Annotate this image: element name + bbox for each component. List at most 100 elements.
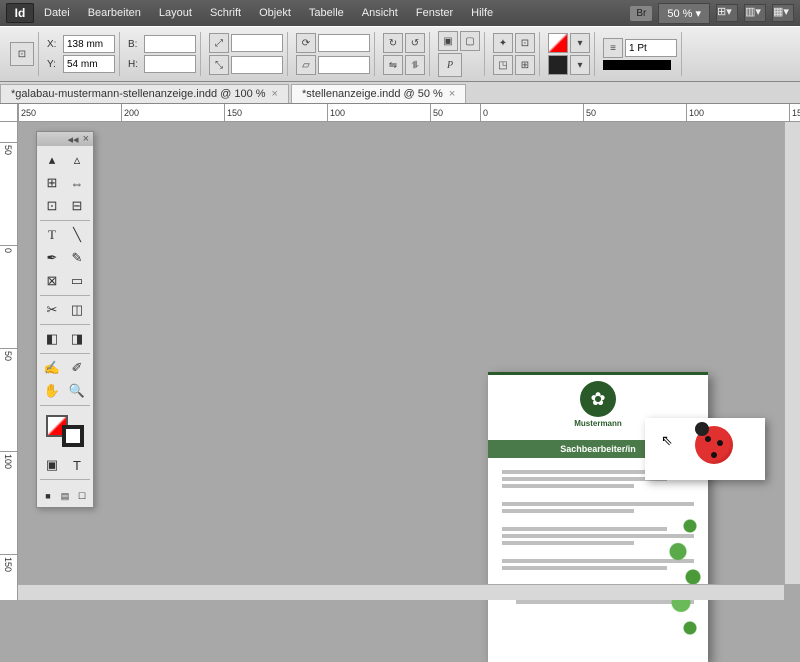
menu-layout[interactable]: Layout bbox=[151, 3, 200, 23]
rotate-icon[interactable]: ⟳ bbox=[296, 33, 316, 53]
wrap-icon[interactable]: ⊡ bbox=[515, 33, 535, 53]
scissors-tool[interactable]: ✂ bbox=[40, 299, 64, 321]
page-header-bar bbox=[488, 372, 708, 375]
placeholder-text bbox=[502, 527, 667, 531]
shear-icon[interactable]: ▱ bbox=[296, 55, 316, 75]
app-menubar: Id Datei Bearbeiten Layout Schrift Objek… bbox=[0, 0, 800, 26]
menu-bearbeiten[interactable]: Bearbeiten bbox=[80, 3, 149, 23]
fill-dropdown-icon[interactable]: ▾ bbox=[570, 33, 590, 53]
mode-preview-icon[interactable]: ▤ bbox=[57, 488, 73, 504]
horizontal-ruler[interactable]: 25020015010050050100150 bbox=[18, 104, 800, 122]
menu-datei[interactable]: Datei bbox=[36, 3, 78, 23]
screen-mode-button[interactable]: ⊞▾ bbox=[716, 4, 738, 22]
apply-color-button[interactable]: ▣ bbox=[40, 454, 64, 476]
placeholder-text bbox=[502, 509, 634, 513]
stroke-swatch-icon[interactable] bbox=[62, 425, 84, 447]
type-tool[interactable]: T bbox=[40, 224, 64, 246]
scale-y-icon[interactable]: ⤡ bbox=[209, 55, 229, 75]
horizontal-scrollbar[interactable] bbox=[18, 584, 784, 600]
w-input[interactable] bbox=[144, 35, 196, 53]
tab-label: *stellenanzeige.indd @ 50 % bbox=[302, 88, 443, 100]
mode-none-icon[interactable]: ☐ bbox=[74, 488, 90, 504]
placed-snippet[interactable]: ⇖ bbox=[645, 418, 765, 480]
fit-icon[interactable]: ⊞ bbox=[515, 55, 535, 75]
zoom-tool[interactable]: 🔍 bbox=[65, 380, 89, 402]
gradient-swatch-tool[interactable]: ◧ bbox=[40, 328, 64, 350]
stroke-color-icon[interactable] bbox=[548, 55, 568, 75]
y-label: Y: bbox=[47, 59, 61, 70]
vertical-scrollbar[interactable] bbox=[784, 122, 800, 584]
note-tool[interactable]: ✍ bbox=[40, 357, 64, 379]
close-icon[interactable]: × bbox=[83, 133, 89, 145]
selection-tool[interactable]: ▴ bbox=[40, 149, 64, 171]
corner-icon[interactable]: ◳ bbox=[493, 55, 513, 75]
hand-tool[interactable]: ✋ bbox=[40, 380, 64, 402]
collapse-icon[interactable]: ◂◂ bbox=[68, 133, 79, 146]
bridge-button[interactable]: Br bbox=[630, 6, 652, 21]
vertical-ruler[interactable]: 50050100150 bbox=[0, 122, 18, 600]
stroke-weight-icon[interactable]: ≡ bbox=[603, 38, 623, 58]
menu-schrift[interactable]: Schrift bbox=[202, 3, 249, 23]
apply-text-button[interactable]: T bbox=[65, 454, 89, 476]
tools-panel[interactable]: ◂◂× ▴ ▵ ⊞ ⇔ ⊡ ⊟ T ╲ ✒ ✎ ⊠ ▭ ✂ ◫ ◧ ◨ ✍ ✐ … bbox=[36, 131, 94, 508]
x-label: X: bbox=[47, 39, 61, 50]
flip-h-icon[interactable]: ⇋ bbox=[383, 55, 403, 75]
direct-selection-tool[interactable]: ▵ bbox=[65, 149, 89, 171]
rotate-input[interactable] bbox=[318, 34, 370, 52]
shear-input[interactable] bbox=[318, 56, 370, 74]
arrange-docs-button[interactable]: ▥▾ bbox=[744, 4, 766, 22]
close-icon[interactable]: × bbox=[449, 88, 455, 100]
document-page[interactable]: Mustermann Sachbearbeiter/in bbox=[488, 372, 708, 662]
menu-tabelle[interactable]: Tabelle bbox=[301, 3, 352, 23]
tab-label: *galabau-mustermann-stellenanzeige.indd … bbox=[11, 88, 266, 100]
line-tool[interactable]: ╲ bbox=[65, 224, 89, 246]
eyedropper-tool[interactable]: ✐ bbox=[65, 357, 89, 379]
content-select-icon[interactable]: ▢ bbox=[460, 31, 480, 51]
char-p-icon[interactable]: P bbox=[438, 53, 462, 77]
free-transform-tool[interactable]: ◫ bbox=[65, 299, 89, 321]
tools-panel-header[interactable]: ◂◂ × bbox=[37, 132, 93, 146]
zoom-value: 50 % bbox=[667, 8, 692, 20]
scale-y-input[interactable] bbox=[231, 56, 283, 74]
container-select-icon[interactable]: ▣ bbox=[438, 31, 458, 51]
content-placer-tool[interactable]: ⊟ bbox=[65, 195, 89, 217]
rectangle-tool[interactable]: ▭ bbox=[65, 270, 89, 292]
h-input[interactable] bbox=[144, 55, 196, 73]
company-logo-icon bbox=[580, 381, 616, 417]
tab-stellenanzeige[interactable]: *stellenanzeige.indd @ 50 % × bbox=[291, 84, 466, 103]
rectangle-frame-tool[interactable]: ⊠ bbox=[40, 270, 64, 292]
y-input[interactable] bbox=[63, 55, 115, 73]
rotate-cw-icon[interactable]: ↻ bbox=[383, 33, 403, 53]
reference-point-icon[interactable]: ⊡ bbox=[10, 42, 34, 66]
stroke-style-icon[interactable] bbox=[603, 60, 671, 70]
close-icon[interactable]: × bbox=[272, 88, 278, 100]
page-tool[interactable]: ⊞ bbox=[40, 172, 64, 194]
fill-none-icon[interactable] bbox=[548, 33, 568, 53]
mode-normal-icon[interactable]: ■ bbox=[40, 488, 56, 504]
gradient-feather-tool[interactable]: ◨ bbox=[65, 328, 89, 350]
menu-hilfe[interactable]: Hilfe bbox=[463, 3, 501, 23]
leaf-decoration-icon bbox=[648, 492, 708, 662]
menu-fenster[interactable]: Fenster bbox=[408, 3, 461, 23]
tab-galabau[interactable]: *galabau-mustermann-stellenanzeige.indd … bbox=[0, 84, 289, 103]
zoom-selector[interactable]: 50 % ▾ bbox=[658, 3, 710, 24]
content-collector-tool[interactable]: ⊡ bbox=[40, 195, 64, 217]
workspace-button[interactable]: ▦▾ bbox=[772, 4, 794, 22]
stroke-weight-input[interactable] bbox=[625, 39, 677, 57]
pencil-tool[interactable]: ✎ bbox=[65, 247, 89, 269]
effects-icon[interactable]: ✦ bbox=[493, 33, 513, 53]
placeholder-text bbox=[502, 484, 634, 488]
x-input[interactable] bbox=[63, 35, 115, 53]
stroke-dropdown-icon[interactable]: ▾ bbox=[570, 55, 590, 75]
ruler-origin[interactable] bbox=[0, 104, 18, 122]
menu-objekt[interactable]: Objekt bbox=[251, 3, 299, 23]
fill-stroke-swatch[interactable] bbox=[46, 415, 84, 447]
gap-tool[interactable]: ⇔ bbox=[65, 172, 89, 194]
rotate-ccw-icon[interactable]: ↺ bbox=[405, 33, 425, 53]
flip-v-icon[interactable]: ⥮ bbox=[405, 55, 425, 75]
menu-ansicht[interactable]: Ansicht bbox=[354, 3, 406, 23]
scale-x-icon[interactable]: ⤢ bbox=[209, 33, 229, 53]
canvas[interactable]: Mustermann Sachbearbeiter/in ⇖ bbox=[18, 122, 800, 600]
pen-tool[interactable]: ✒ bbox=[40, 247, 64, 269]
scale-x-input[interactable] bbox=[231, 34, 283, 52]
